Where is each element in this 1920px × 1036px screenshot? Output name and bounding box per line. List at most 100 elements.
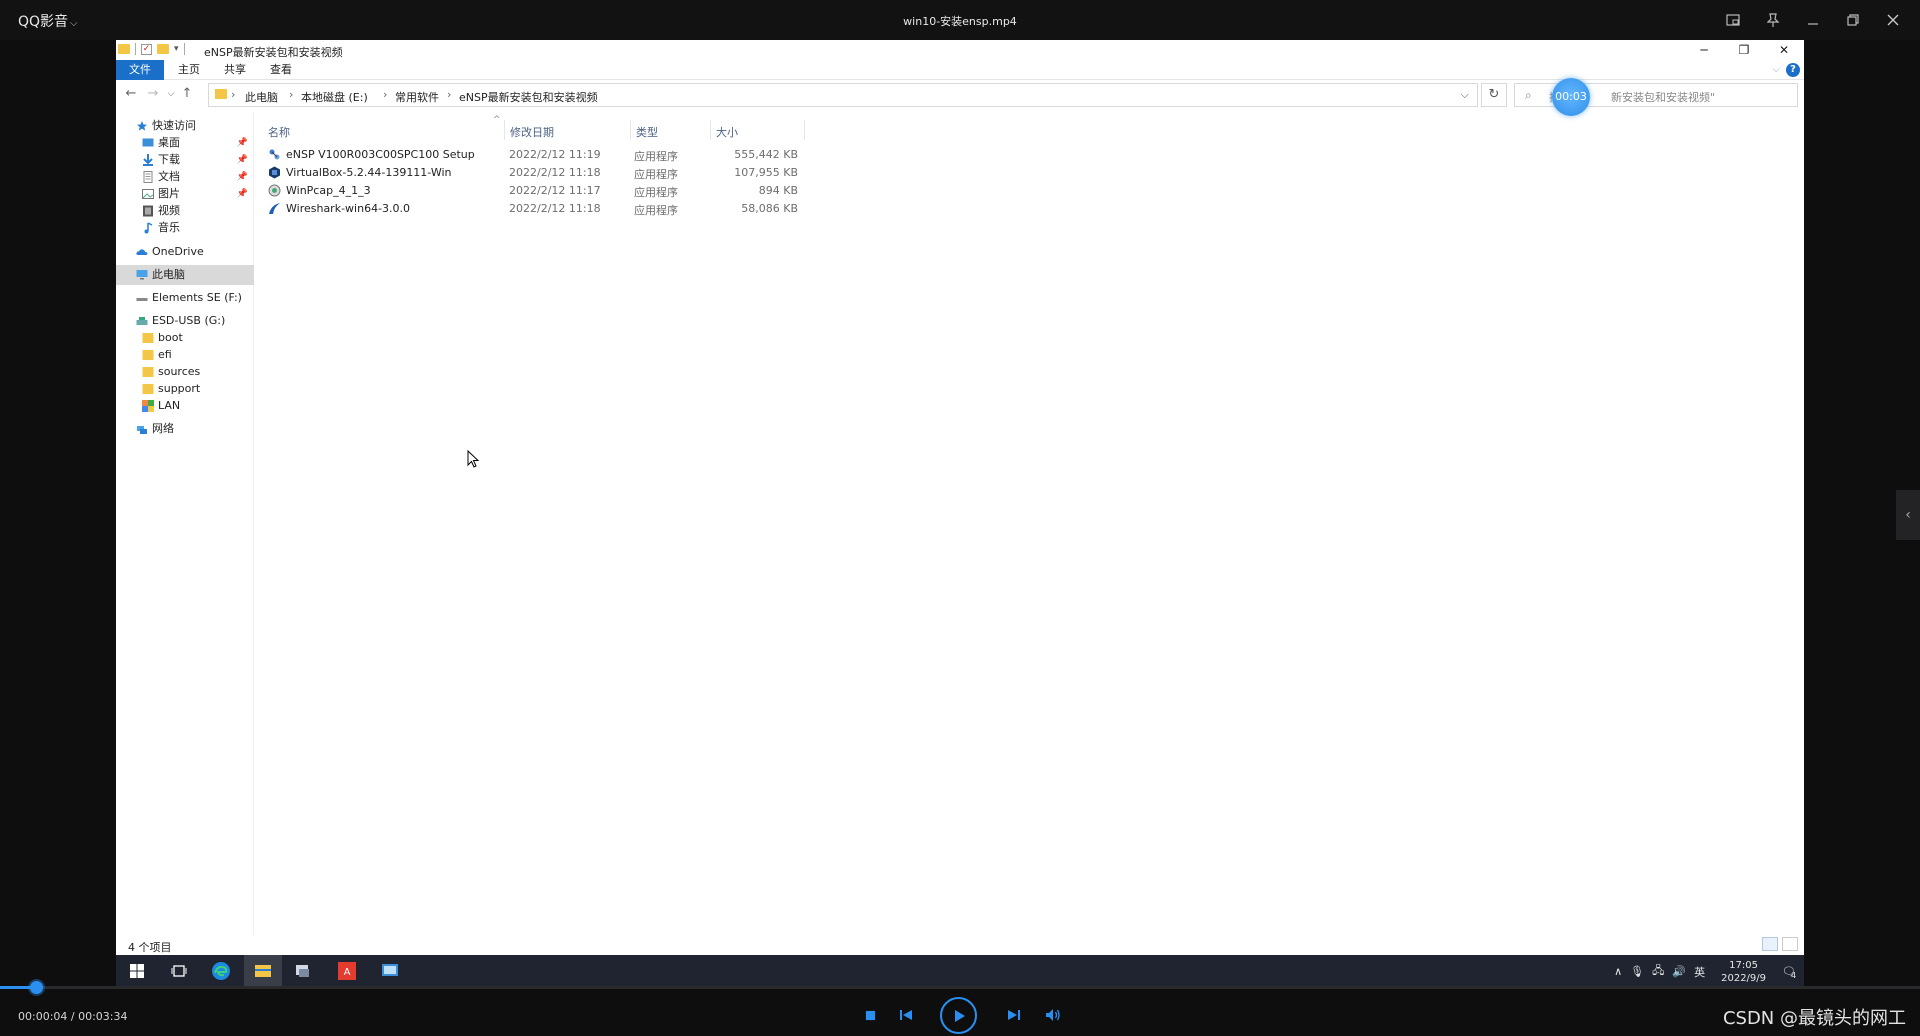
nav-elements-drive[interactable]: Elements SE (F:) xyxy=(116,288,254,308)
tab-file[interactable]: 文件 xyxy=(116,60,164,80)
breadcrumb-current-folder[interactable]: eNSP最新安装包和安装视频 xyxy=(459,89,598,105)
breadcrumb-common-software[interactable]: 常用软件 xyxy=(395,89,439,105)
file-date: 2022/2/12 11:19 xyxy=(509,148,601,161)
volume-control-icon[interactable] xyxy=(1044,1007,1062,1023)
previous-icon[interactable] xyxy=(898,1007,914,1023)
file-row[interactable]: WinPcap_4_1_3 2022/2/12 11:17 应用程序 894 K… xyxy=(264,182,804,200)
file-name: eNSP V100R003C00SPC100 Setup xyxy=(286,148,475,161)
notification-center-icon[interactable]: 🗨 4 xyxy=(1782,965,1796,980)
tab-home[interactable]: 主页 xyxy=(178,60,200,80)
desktop-icon xyxy=(142,138,154,147)
tab-share[interactable]: 共享 xyxy=(224,60,246,80)
navigation-pane: 快速访问 桌面 📌 下载 📌 文档 📌 图片 📌 视频 音乐 OneDrive … xyxy=(116,112,254,955)
lan-icon xyxy=(142,400,154,412)
folder-icon xyxy=(142,367,154,377)
seek-bar-handle[interactable] xyxy=(30,981,44,994)
minimize-icon[interactable] xyxy=(1800,8,1826,32)
explorer-minimize-icon[interactable]: ─ xyxy=(1684,40,1724,60)
column-divider[interactable] xyxy=(504,120,505,140)
nav-lan[interactable]: LAN xyxy=(116,396,254,416)
column-header-name[interactable]: 名称 xyxy=(268,124,290,140)
pin-on-top-icon[interactable] xyxy=(1760,8,1786,32)
folder-icon xyxy=(142,350,154,360)
drive-icon xyxy=(136,298,148,301)
new-folder-icon[interactable] xyxy=(157,44,169,54)
help-icon[interactable]: ? xyxy=(1786,63,1800,77)
ime-indicator[interactable]: 英 xyxy=(1694,964,1705,980)
task-view-icon[interactable] xyxy=(168,960,190,982)
address-bar[interactable]: › 此电脑 › 本地磁盘 (E:) › 常用软件 › eNSP最新安装包和安装视… xyxy=(208,83,1478,107)
virtualbox-taskbar-icon[interactable] xyxy=(292,960,314,982)
play-button[interactable] xyxy=(940,997,977,1034)
file-name: VirtualBox-5.2.44-139111-Win xyxy=(286,166,452,179)
file-explorer-icon[interactable] xyxy=(244,955,282,988)
network-tray-icon[interactable]: 🖧 xyxy=(1652,962,1664,981)
windows-start-icon[interactable] xyxy=(126,960,148,982)
nav-onedrive[interactable]: OneDrive xyxy=(116,242,254,262)
forward-arrow-icon[interactable]: → xyxy=(144,85,162,103)
column-header-size[interactable]: 大小 xyxy=(716,124,738,140)
tab-view[interactable]: 查看 xyxy=(270,60,292,80)
seek-bar[interactable] xyxy=(0,981,1920,994)
column-divider[interactable] xyxy=(804,120,805,140)
column-header-date[interactable]: 修改日期 xyxy=(510,124,554,140)
nav-music[interactable]: 音乐 xyxy=(116,218,254,238)
large-icons-view-icon[interactable] xyxy=(1782,937,1798,951)
column-divider[interactable] xyxy=(630,120,631,140)
breadcrumb-this-pc[interactable]: 此电脑 xyxy=(245,89,278,105)
breadcrumb-drive-e[interactable]: 本地磁盘 (E:) xyxy=(301,89,368,105)
customize-qat-icon[interactable]: ▾ xyxy=(174,44,179,54)
chevron-up-icon[interactable]: ∧ xyxy=(1614,965,1622,978)
file-row[interactable]: eNSP V100R003C00SPC100 Setup 2022/2/12 1… xyxy=(264,146,804,164)
next-icon[interactable] xyxy=(1006,1007,1022,1023)
nav-this-pc[interactable]: 此电脑 xyxy=(116,265,254,285)
system-tray: ∧ 🎙 🖧 🔊 英 17:05 2022/9/9 🗨 4 xyxy=(1614,955,1796,988)
microphone-icon[interactable]: 🎙 xyxy=(1630,965,1644,978)
expand-ribbon-icon[interactable]: ⌵ xyxy=(1772,64,1780,75)
playback-time: 00:00:04 / 00:03:34 xyxy=(18,1010,128,1023)
file-row[interactable]: Wireshark-win64-3.0.0 2022/2/12 11:18 应用… xyxy=(264,200,804,218)
breadcrumb-separator: › xyxy=(447,88,452,101)
file-size: 58,086 KB xyxy=(741,202,798,215)
explorer-close-icon[interactable]: ✕ xyxy=(1764,40,1804,60)
column-header-type[interactable]: 类型 xyxy=(636,124,658,140)
video-frame[interactable]: ✓ ▾ eNSP最新安装包和安装视频 ─ ❐ ✕ 文件 主页 共享 查看 ⌵ ?… xyxy=(116,40,1804,955)
back-arrow-icon[interactable]: ← xyxy=(122,85,140,103)
winpcap-icon xyxy=(268,184,281,197)
edge-browser-icon[interactable] xyxy=(210,960,232,982)
properties-icon[interactable]: ✓ xyxy=(141,43,152,55)
computer-icon xyxy=(136,270,148,280)
side-panel-toggle[interactable]: ‹ xyxy=(1896,490,1920,540)
nav-label: Elements SE (F:) xyxy=(152,291,242,304)
app-red-icon[interactable]: A xyxy=(336,960,358,982)
folder-icon xyxy=(118,44,130,54)
search-icon: ⌕ xyxy=(1525,88,1532,102)
column-divider[interactable] xyxy=(710,120,711,140)
virtualbox-icon xyxy=(269,166,280,179)
refresh-icon[interactable]: ↻ xyxy=(1481,83,1507,107)
breadcrumb-separator: › xyxy=(289,88,294,101)
file-type: 应用程序 xyxy=(634,150,678,163)
nav-label: 此电脑 xyxy=(152,268,185,281)
cloud-icon xyxy=(136,249,148,255)
remote-desktop-icon[interactable] xyxy=(379,960,401,982)
nav-network[interactable]: 网络 xyxy=(116,419,254,439)
up-arrow-icon[interactable]: ↑ xyxy=(178,85,196,103)
ribbon-tabs: 文件 主页 共享 查看 ⌵ ? xyxy=(116,60,1804,80)
search-suffix: 新安装包和安装视频" xyxy=(1611,91,1716,104)
breadcrumb-separator: › xyxy=(383,88,388,101)
address-dropdown-icon[interactable]: ⌵ xyxy=(1461,88,1469,102)
status-bar: 4 个项目 xyxy=(116,935,1804,955)
explorer-restore-icon[interactable]: ❐ xyxy=(1724,40,1764,60)
restore-icon[interactable] xyxy=(1840,8,1866,32)
close-icon[interactable] xyxy=(1880,8,1906,32)
pictures-icon xyxy=(142,189,154,199)
volume-icon[interactable]: 🔊 xyxy=(1672,965,1686,978)
explorer-window-title: eNSP最新安装包和安装视频 xyxy=(204,46,343,59)
file-row[interactable]: VirtualBox-5.2.44-139111-Win 2022/2/12 1… xyxy=(264,164,804,182)
taskbar-clock[interactable]: 17:05 2022/9/9 xyxy=(1721,959,1766,985)
mini-mode-icon[interactable] xyxy=(1720,8,1746,32)
stop-icon[interactable] xyxy=(862,1007,878,1023)
details-view-icon[interactable] xyxy=(1762,937,1778,951)
address-bar-row: ← → ⌵ ↑ › 此电脑 › 本地磁盘 (E:) › 常用软件 › eNSP最… xyxy=(116,78,1804,116)
